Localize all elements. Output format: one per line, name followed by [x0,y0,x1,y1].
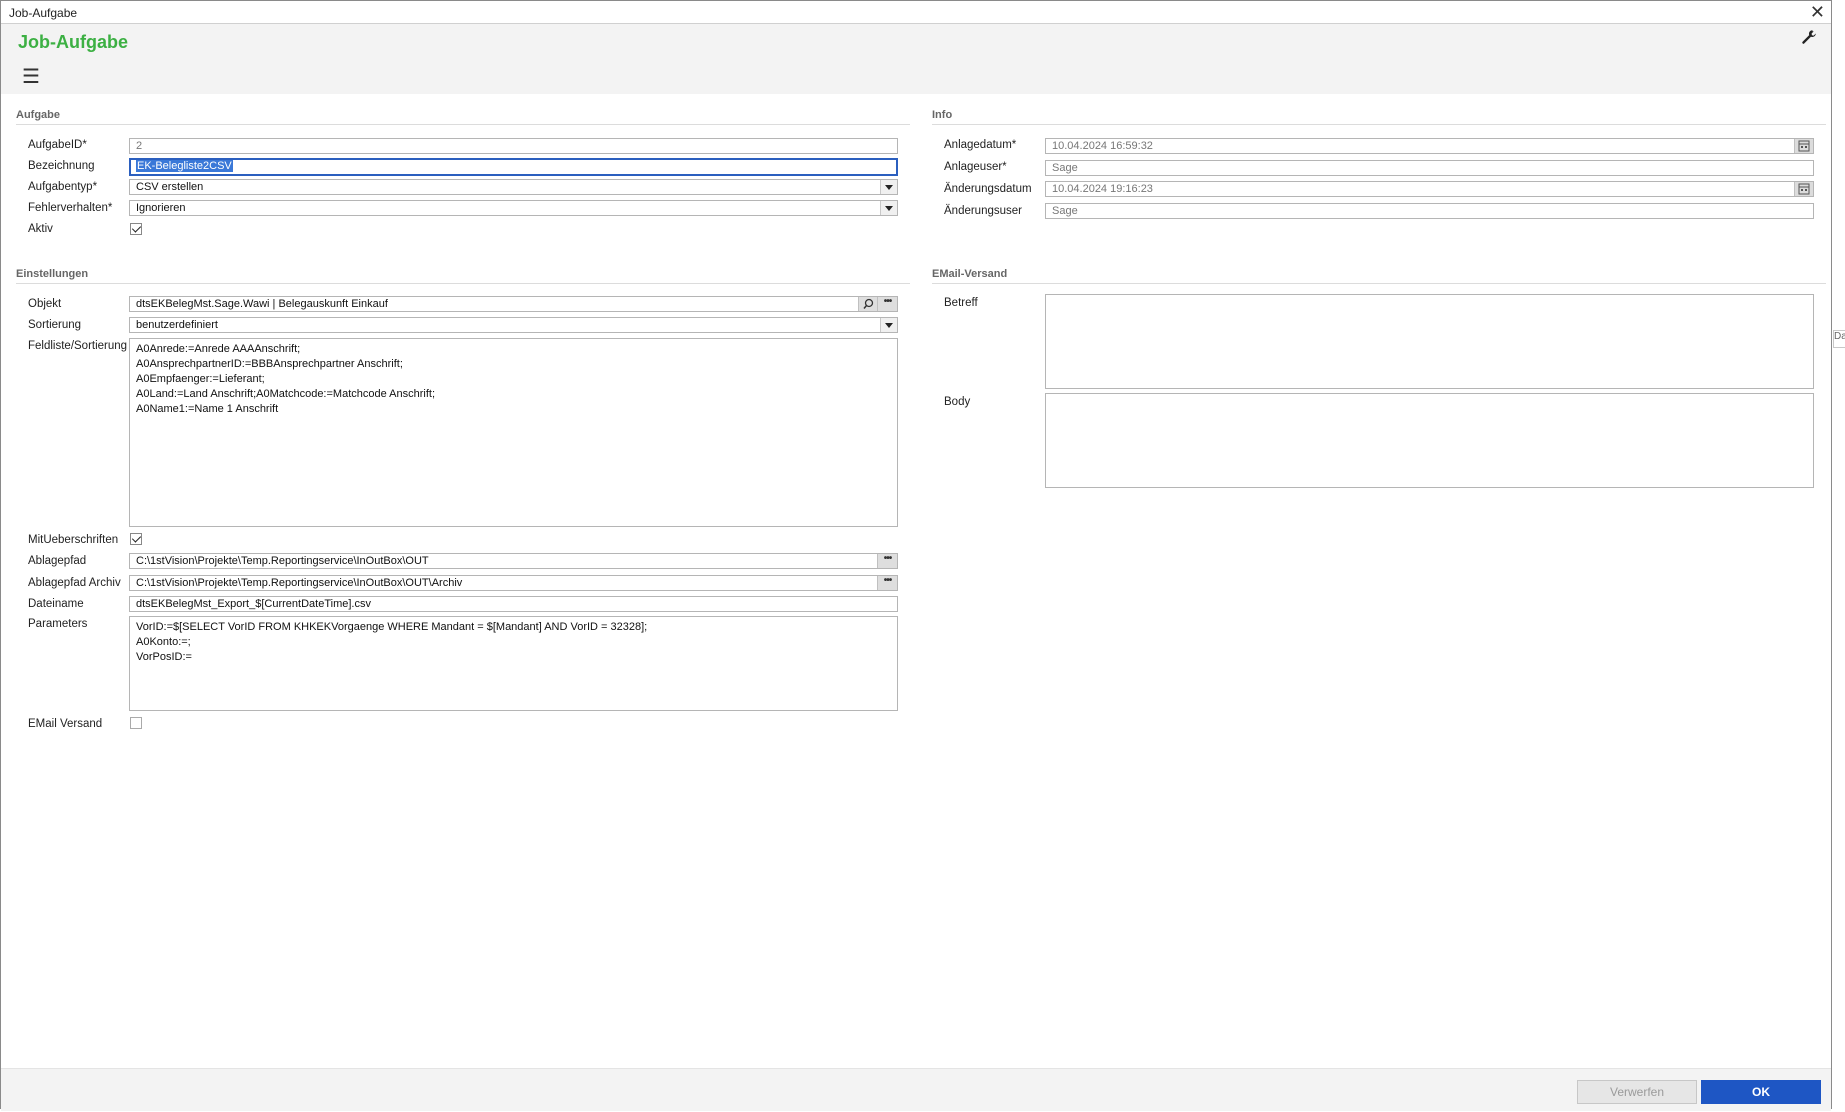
parameters-textarea[interactable]: VorID:=$[SELECT VorID FROM KHKEKVorgaeng… [129,616,898,711]
section-title-info: Info [932,109,953,121]
search-icon[interactable] [858,297,878,311]
aufgabeid-label: AufgabeID* [28,139,87,151]
aenderungsdatum-field[interactable]: 10.04.2024 19:16:23 [1045,181,1814,197]
sortierung-select[interactable]: benutzerdefiniert [129,317,898,333]
aktiv-checkbox[interactable] [130,223,142,235]
ablagepfad-label: Ablagepfad [28,555,87,567]
feldliste-textarea[interactable]: A0Anrede:=Anrede AAAAnschrift; A0Ansprec… [129,338,898,527]
section-title-email: EMail-Versand [932,268,1008,280]
sortierung-value: benutzerdefiniert [136,319,218,331]
section-divider [932,283,1826,284]
aktiv-label: Aktiv [28,223,53,235]
page-title: Job-Aufgabe [18,32,128,52]
parameters-line: A0Konto:=; [136,636,191,648]
wrench-icon[interactable] [1801,29,1817,45]
ablagepfad-archiv-field[interactable]: C:\1stVision\Projekte\Temp.Reportingserv… [129,575,898,591]
job-aufgabe-window: Job-Aufgabe ✕ Job-Aufgabe ☰ Aufgabe Aufg… [0,0,1832,1111]
feldliste-line: A0Name1:=Name 1 Anschrift [136,403,279,415]
aenderungsuser-value: Sage [1052,205,1078,217]
dateiname-value: dtsEKBelegMst_Export_$[CurrentDateTime].… [136,598,371,610]
chevron-down-icon[interactable] [880,318,897,332]
email-versand-checkbox[interactable] [130,717,142,729]
close-icon[interactable]: ✕ [1810,2,1825,22]
aenderungsuser-label: Änderungsuser [944,205,1022,217]
ablagepfad-archiv-label: Ablagepfad Archiv [28,577,121,589]
section-divider [932,124,1826,125]
section-divider [16,283,910,284]
section-divider [16,124,910,125]
ablagepfad-field[interactable]: C:\1stVision\Projekte\Temp.Reportingserv… [129,553,898,569]
anlagedatum-field[interactable]: 10.04.2024 16:59:32 [1045,138,1814,154]
objekt-label: Objekt [28,298,62,310]
aufgabeid-field[interactable]: 2 [129,138,898,154]
feldliste-line: A0Land:=Land Anschrift;A0Matchcode:=Matc… [136,388,436,400]
aufgabentyp-label: Aufgabentyp* [28,181,98,193]
discard-button[interactable]: Verwerfen [1577,1080,1697,1104]
bezeichnung-input[interactable]: EK-Belegliste2CSV [129,158,898,176]
parameters-line: VorPosID:= [136,651,192,663]
aenderungsuser-field[interactable]: Sage [1045,203,1814,219]
chevron-down-icon[interactable] [880,201,897,215]
background-window-edge: Da [1833,330,1845,348]
ellipsis-icon[interactable]: ••• [877,554,897,568]
aufgabentyp-value: CSV erstellen [136,181,204,193]
bezeichnung-label: Bezeichnung [28,160,95,172]
chevron-down-icon[interactable] [880,180,897,194]
fehlerverhalten-select[interactable]: Ignorieren [129,200,898,216]
sortierung-label: Sortierung [28,319,82,331]
mitueberschriften-checkbox[interactable] [130,533,142,545]
ok-button[interactable]: OK [1701,1080,1821,1104]
parameters-line: VorID:=$[SELECT VorID FROM KHKEKVorgaeng… [136,621,648,633]
window-title: Job-Aufgabe [9,6,78,20]
fehlerverhalten-label: Fehlerverhalten* [28,202,113,214]
betreff-label: Betreff [944,297,978,309]
section-title-einstellungen: Einstellungen [16,268,89,280]
calendar-icon[interactable] [1794,182,1813,196]
anlagedatum-value: 10.04.2024 16:59:32 [1052,140,1153,152]
page-header: Job-Aufgabe ☰ [1,24,1831,94]
feldliste-label: Feldliste/Sortierung [28,340,128,352]
dateiname-label: Dateiname [28,598,84,610]
fehlerverhalten-value: Ignorieren [136,202,186,214]
calendar-icon[interactable] [1794,139,1813,153]
section-title-aufgabe: Aufgabe [16,109,60,121]
aufgabeid-value: 2 [136,140,143,152]
ellipsis-icon[interactable]: ••• [877,297,897,311]
body-label: Body [944,396,971,408]
objekt-field[interactable]: dtsEKBelegMst.Sage.Wawi | Belegauskunft … [129,296,898,312]
hamburger-icon[interactable]: ☰ [22,64,40,89]
feldliste-line: A0Empfaenger:=Lieferant; [136,373,265,385]
betreff-textarea[interactable] [1045,294,1814,389]
mitueberschriften-label: MitUeberschriften [28,534,119,546]
ellipsis-icon[interactable]: ••• [877,576,897,590]
aufgabentyp-select[interactable]: CSV erstellen [129,179,898,195]
title-bar: Job-Aufgabe ✕ [1,1,1831,24]
aenderungsdatum-label: Änderungsdatum [944,183,1032,195]
anlageuser-label: Anlageuser* [944,161,1007,173]
body-textarea[interactable] [1045,393,1814,488]
feldliste-line: A0Anrede:=Anrede AAAAnschrift; [136,343,301,355]
dateiname-field[interactable]: dtsEKBelegMst_Export_$[CurrentDateTime].… [129,596,898,612]
bezeichnung-value: EK-Belegliste2CSV [136,160,233,172]
footer-bar: Verwerfen OK [1,1068,1831,1111]
email-versand-label: EMail Versand [28,718,103,730]
ablagepfad-archiv-value: C:\1stVision\Projekte\Temp.Reportingserv… [136,577,463,589]
anlageuser-field[interactable]: Sage [1045,160,1814,176]
anlagedatum-label: Anlagedatum* [944,139,1017,151]
parameters-label: Parameters [28,618,88,630]
anlageuser-value: Sage [1052,162,1078,174]
aenderungsdatum-value: 10.04.2024 19:16:23 [1052,183,1153,195]
ablagepfad-value: C:\1stVision\Projekte\Temp.Reportingserv… [136,555,429,567]
objekt-value: dtsEKBelegMst.Sage.Wawi | Belegauskunft … [136,298,388,310]
feldliste-line: A0AnsprechpartnerID:=BBBAnsprechpartner … [136,358,403,370]
